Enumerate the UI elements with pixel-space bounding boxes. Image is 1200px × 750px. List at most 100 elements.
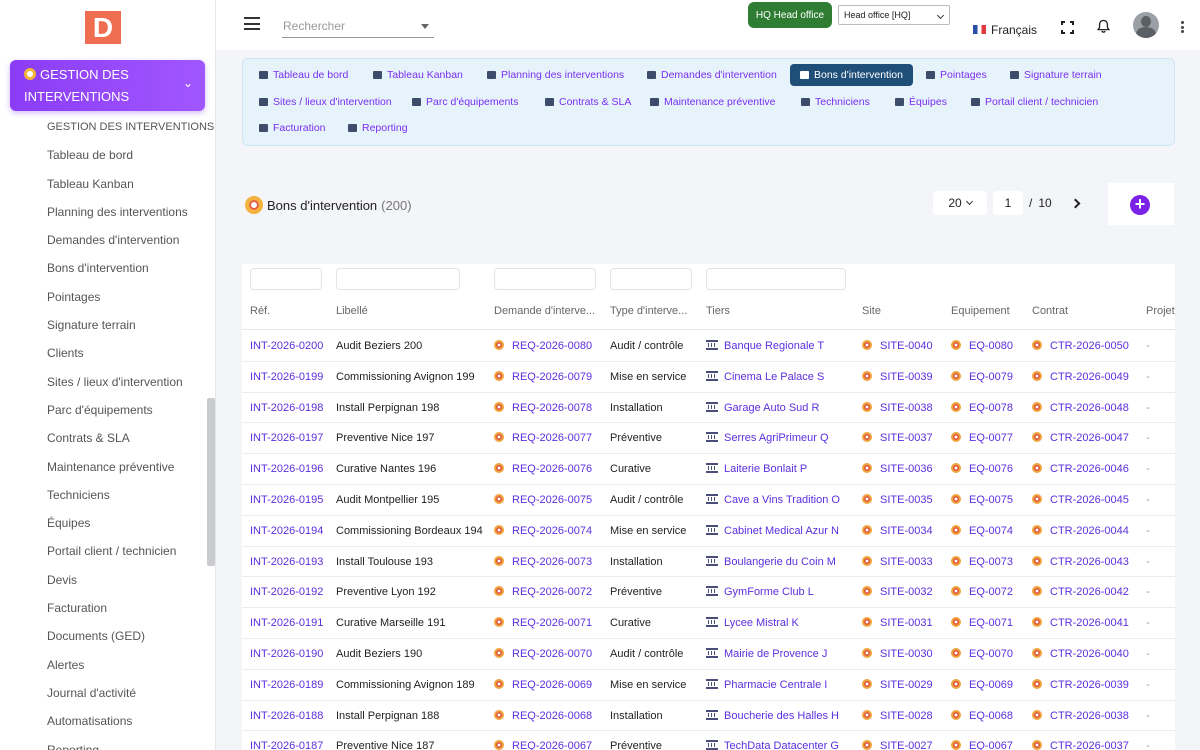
table-cell[interactable]: REQ-2026-0080 [494, 331, 606, 361]
table-cell[interactable]: INT-2026-0197 [250, 423, 334, 453]
column-header[interactable]: Site [862, 300, 948, 330]
table-cell[interactable]: REQ-2026-0068 [494, 701, 606, 731]
hamburger-menu-icon[interactable] [244, 17, 260, 30]
sidebar-item[interactable]: Contrats & SLA [0, 424, 206, 452]
table-cell[interactable]: REQ-2026-0077 [494, 423, 606, 453]
column-header[interactable]: Tiers [706, 300, 856, 330]
table-cell[interactable]: SITE-0032 [862, 577, 948, 607]
table-cell[interactable]: Lycee Mistral K [706, 608, 856, 638]
table-cell[interactable]: CTR-2026-0042 [1032, 577, 1142, 607]
table-row[interactable]: INT-2026-0199 Commissioning Avignon 199 RE… [242, 362, 1175, 393]
tab-item[interactable]: Techniciens [797, 91, 876, 113]
table-row[interactable]: INT-2026-0187 Preventive Nice 187 REQ-2026… [242, 731, 1175, 750]
entity-select[interactable]: Head office [HQ] [838, 5, 950, 25]
table-cell[interactable]: CTR-2026-0038 [1032, 701, 1142, 731]
column-header[interactable]: Projet [1146, 300, 1175, 330]
more-vertical-icon[interactable] [1181, 21, 1184, 33]
table-cell[interactable]: EQ-0075 [951, 485, 1029, 515]
sidebar-item[interactable]: Reporting [0, 736, 206, 750]
table-cell[interactable]: SITE-0030 [862, 639, 948, 669]
table-cell[interactable]: CTR-2026-0049 [1032, 362, 1142, 392]
tab-item[interactable]: Tableau de bord [255, 64, 354, 86]
table-row[interactable]: INT-2026-0191 Curative Marseille 191 REQ-2… [242, 608, 1175, 639]
table-cell[interactable]: CTR-2026-0037 [1032, 731, 1142, 750]
table-cell[interactable]: Garage Auto Sud R [706, 393, 856, 423]
table-cell[interactable]: CTR-2026-0048 [1032, 393, 1142, 423]
table-cell[interactable]: Cinema Le Palace S [706, 362, 856, 392]
table-row[interactable]: INT-2026-0190 Audit Beziers 190 REQ-2026-0… [242, 639, 1175, 670]
table-cell[interactable]: INT-2026-0188 [250, 701, 334, 731]
table-cell[interactable]: CTR-2026-0047 [1032, 423, 1142, 453]
sidebar-item[interactable]: Alertes [0, 651, 206, 679]
table-cell[interactable]: EQ-0079 [951, 362, 1029, 392]
table-cell[interactable]: INT-2026-0191 [250, 608, 334, 638]
table-cell[interactable]: GymForme Club L [706, 577, 856, 607]
table-cell[interactable]: CTR-2026-0045 [1032, 485, 1142, 515]
table-row[interactable]: INT-2026-0193 Install Toulouse 193 REQ-202… [242, 547, 1175, 578]
table-cell[interactable]: INT-2026-0198 [250, 393, 334, 423]
table-cell[interactable]: CTR-2026-0039 [1032, 670, 1142, 700]
tab-item[interactable]: Sites / lieux d'intervention [255, 91, 398, 113]
table-cell[interactable]: Cabinet Medical Azur N [706, 516, 856, 546]
sidebar-item[interactable]: Maintenance préventive [0, 453, 206, 481]
sidebar-item[interactable]: Tableau Kanban [0, 170, 206, 198]
sidebar-item[interactable]: Équipes [0, 509, 206, 537]
sidebar-item[interactable]: Sites / lieux d'intervention [0, 368, 206, 396]
table-row[interactable]: INT-2026-0195 Audit Montpellier 195 REQ-20… [242, 485, 1175, 516]
column-header[interactable]: Libellé [336, 300, 491, 330]
sidebar-item[interactable]: Signature terrain [0, 311, 206, 339]
table-cell[interactable]: SITE-0036 [862, 454, 948, 484]
sidebar-item[interactable]: Devis [0, 566, 206, 594]
column-header[interactable]: Contrat [1032, 300, 1142, 330]
table-cell[interactable]: SITE-0037 [862, 423, 948, 453]
sidebar-item[interactable]: Portail client / technicien [0, 537, 206, 565]
table-cell[interactable]: REQ-2026-0074 [494, 516, 606, 546]
sidebar-item[interactable]: Tableau de bord [0, 141, 206, 169]
tab-item[interactable]: Planning des interventions [483, 64, 630, 86]
table-cell[interactable]: CTR-2026-0043 [1032, 547, 1142, 577]
table-cell[interactable]: Serres AgriPrimeur Q [706, 423, 856, 453]
table-cell[interactable]: SITE-0039 [862, 362, 948, 392]
sidebar-scrollbar[interactable] [207, 398, 215, 566]
column-filter-input[interactable] [494, 268, 596, 290]
tab-item[interactable]: Bons d'intervention [790, 64, 913, 86]
hq-badge[interactable]: HQ Head office [748, 2, 832, 28]
table-cell[interactable]: REQ-2026-0075 [494, 485, 606, 515]
table-row[interactable]: INT-2026-0198 Install Perpignan 198 REQ-20… [242, 393, 1175, 424]
app-logo[interactable]: D [85, 11, 121, 44]
column-header[interactable]: Demande d'interve... [494, 300, 606, 330]
column-filter-input[interactable] [336, 268, 460, 290]
tab-item[interactable]: Signature terrain [1006, 64, 1108, 86]
table-cell[interactable]: SITE-0027 [862, 731, 948, 750]
page-size-select[interactable]: 20 [933, 191, 987, 215]
table-cell[interactable]: EQ-0067 [951, 731, 1029, 750]
table-cell[interactable]: EQ-0077 [951, 423, 1029, 453]
table-cell[interactable]: INT-2026-0199 [250, 362, 334, 392]
sidebar-item[interactable]: Demandes d'intervention [0, 226, 206, 254]
chevron-right-icon[interactable] [1070, 198, 1081, 208]
fullscreen-icon[interactable] [1061, 21, 1074, 34]
module-selector[interactable]: GESTION DES INTERVENTIONS ⌄ [10, 60, 205, 111]
sidebar-item[interactable]: Techniciens [0, 481, 206, 509]
sidebar-item[interactable]: GESTION DES INTERVENTIONS [0, 113, 214, 141]
table-cell[interactable]: EQ-0071 [951, 608, 1029, 638]
tab-item[interactable]: Maintenance préventive [646, 91, 782, 113]
table-cell[interactable]: INT-2026-0200 [250, 331, 334, 361]
table-cell[interactable]: INT-2026-0196 [250, 454, 334, 484]
table-cell[interactable]: SITE-0038 [862, 393, 948, 423]
search-input[interactable]: Rechercher [282, 12, 434, 38]
tab-item[interactable]: Contrats & SLA [541, 91, 637, 113]
table-row[interactable]: INT-2026-0196 Curative Nantes 196 REQ-2026… [242, 454, 1175, 485]
tab-item[interactable]: Portail client / technicien [967, 91, 1104, 113]
language-selector[interactable]: Français [973, 23, 1037, 37]
table-cell[interactable]: EQ-0073 [951, 547, 1029, 577]
table-cell[interactable]: REQ-2026-0069 [494, 670, 606, 700]
column-header[interactable]: Type d'interve... [610, 300, 702, 330]
user-avatar[interactable] [1133, 12, 1159, 38]
table-cell[interactable]: EQ-0069 [951, 670, 1029, 700]
column-header[interactable]: Equipement [951, 300, 1029, 330]
sidebar-item[interactable]: Planning des interventions [0, 198, 206, 226]
table-cell[interactable]: EQ-0068 [951, 701, 1029, 731]
column-filter-input[interactable] [610, 268, 692, 290]
add-record-button[interactable]: + [1130, 195, 1150, 215]
